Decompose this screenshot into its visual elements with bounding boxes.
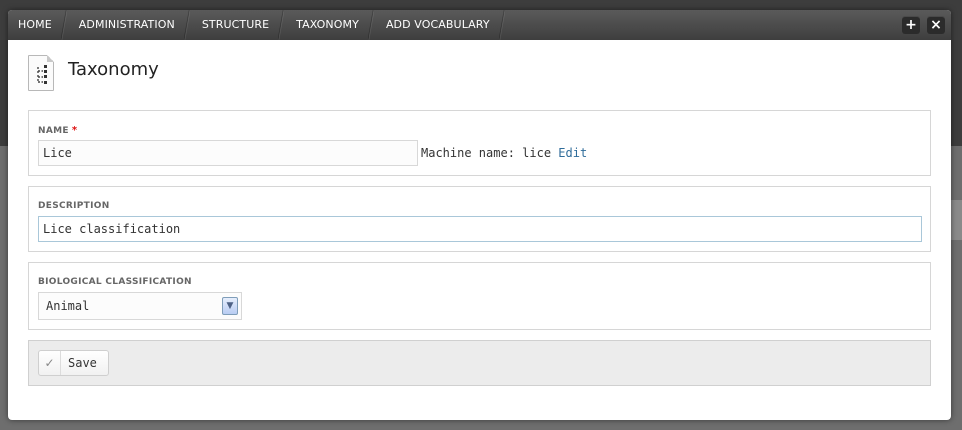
- breadcrumb-administration[interactable]: ADMINISTRATION: [69, 10, 192, 40]
- form-actions: ✓ Save: [28, 340, 931, 386]
- background-strip: [951, 200, 962, 240]
- breadcrumb-add-vocabulary[interactable]: ADD VOCABULARY: [376, 10, 507, 40]
- name-label: NAME *: [38, 125, 77, 136]
- description-fieldset: DESCRIPTION: [28, 186, 931, 252]
- add-shortcut-plus-icon[interactable]: +: [902, 16, 920, 34]
- checkmark-icon: ✓: [39, 351, 61, 375]
- select-value: Animal: [46, 299, 90, 313]
- name-input[interactable]: [38, 140, 418, 166]
- machine-name-text: Machine name: lice: [421, 146, 552, 160]
- breadcrumb-home[interactable]: HOME: [8, 10, 69, 40]
- biological-classification-select[interactable]: Animal ▼: [38, 292, 242, 320]
- overlay-dialog: HOME ADMINISTRATION STRUCTURE TAXONOMY A…: [8, 10, 951, 420]
- breadcrumb-taxonomy[interactable]: TAXONOMY: [286, 10, 376, 40]
- biological-classification-fieldset: BIOLOGICAL CLASSIFICATION Animal ▼: [28, 262, 931, 330]
- description-label: DESCRIPTION: [38, 201, 110, 211]
- save-button-label: Save: [68, 356, 97, 370]
- name-fieldset: NAME* Machine name: lice Edit: [28, 110, 931, 176]
- chevron-down-icon[interactable]: ▼: [222, 297, 238, 315]
- close-icon[interactable]: ×: [927, 16, 945, 34]
- required-marker: *: [71, 125, 78, 136]
- description-input[interactable]: [38, 216, 922, 242]
- breadcrumb-structure[interactable]: STRUCTURE: [192, 10, 286, 40]
- page-title: Taxonomy: [68, 59, 159, 80]
- taxonomy-page-icon: [28, 55, 54, 91]
- overlay-toolbar: HOME ADMINISTRATION STRUCTURE TAXONOMY A…: [8, 10, 951, 40]
- biological-classification-label: BIOLOGICAL CLASSIFICATION: [38, 277, 192, 287]
- machine-name-edit-link[interactable]: Edit: [558, 146, 587, 160]
- save-button[interactable]: ✓ Save: [38, 350, 109, 376]
- machine-name: Machine name: lice Edit: [421, 146, 587, 160]
- breadcrumb: HOME ADMINISTRATION STRUCTURE TAXONOMY A…: [8, 10, 951, 40]
- name-label-text: NAME: [38, 126, 69, 136]
